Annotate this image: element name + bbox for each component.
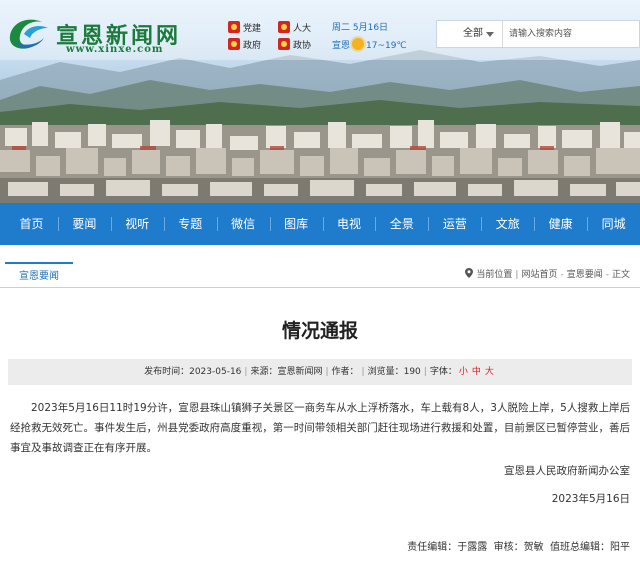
weather-display: 宣恩 17~19℃ bbox=[332, 38, 407, 52]
nav-item[interactable]: 运营 bbox=[428, 203, 481, 245]
article-meta: 发布时间：2023-05-16 | 来源：宣恩新闻网 | 作者： | 浏览量：190 | 字体：… bbox=[8, 359, 632, 385]
main-nav: 首页 要闻 视听 专题 微信 图库 电视 全景 运营 文旅 健康 同城 bbox=[0, 203, 640, 245]
article-title: 情况通报 bbox=[281, 320, 358, 342]
cppcc-emblem-icon bbox=[278, 38, 290, 50]
section-tab[interactable]: 宣恩要闻 bbox=[5, 262, 73, 288]
party-link[interactable]: 党建 bbox=[228, 21, 261, 35]
breadcrumb: 当前位置 | 网站首页 - 宣恩要闻 - 正文 bbox=[465, 262, 630, 288]
search-box: 全部 bbox=[436, 20, 640, 48]
editor-credits: 责任编辑：于露露 审核：贺敏 值班总编辑：阳平 bbox=[407, 542, 630, 553]
nav-item[interactable]: 图库 bbox=[269, 203, 323, 245]
sunny-icon bbox=[352, 38, 365, 50]
site-url: www.xinxe.com bbox=[66, 44, 164, 55]
nav-item[interactable]: 微信 bbox=[216, 203, 270, 245]
gov-link[interactable]: 政府 bbox=[228, 38, 261, 52]
breadcrumb-category-link[interactable]: 宣恩要闻 bbox=[567, 270, 603, 280]
nav-item[interactable]: 专题 bbox=[163, 203, 217, 245]
responsible-editor: 于露露 bbox=[457, 542, 488, 553]
nav-item[interactable]: 电视 bbox=[322, 203, 376, 245]
date-display: 周二 5月16日 bbox=[332, 23, 389, 33]
search-category-select[interactable]: 全部 bbox=[437, 21, 503, 47]
nav-list: 首页 要闻 视听 专题 微信 图库 电视 全景 运营 文旅 健康 同城 bbox=[0, 203, 640, 245]
font-large-button[interactable]: 大 bbox=[485, 367, 494, 377]
nav-item[interactable]: 视听 bbox=[110, 203, 164, 245]
breadcrumb-current: 正文 bbox=[611, 270, 630, 280]
header-banner: 宣恩新闻网 www.xinxe.com 党建 人大 周二 5月16日 政府 政协… bbox=[0, 0, 640, 203]
cppcc-link[interactable]: 政协 bbox=[278, 38, 311, 52]
chevron-down-icon bbox=[486, 32, 494, 37]
chief-editor: 阳平 bbox=[610, 542, 630, 553]
gov-emblem-icon bbox=[228, 38, 240, 50]
nav-item[interactable]: 首页 bbox=[5, 203, 58, 245]
nav-item[interactable]: 全景 bbox=[375, 203, 428, 245]
breadcrumb-bar: 宣恩要闻 当前位置 | 网站首页 - 宣恩要闻 - 正文 bbox=[0, 262, 640, 288]
article-sign-date: 2023年5月16日 bbox=[551, 493, 630, 505]
nav-item[interactable]: 要闻 bbox=[57, 203, 111, 245]
breadcrumb-separator: | bbox=[515, 270, 519, 280]
view-count: 190 bbox=[403, 367, 421, 377]
top-links: 党建 人大 周二 5月16日 政府 政协 宣恩 17~19℃ bbox=[228, 19, 418, 55]
font-medium-button[interactable]: 中 bbox=[472, 367, 481, 377]
font-small-button[interactable]: 小 bbox=[459, 367, 468, 377]
reviewer: 贺敏 bbox=[523, 542, 544, 553]
publish-date: 2023-05-16 bbox=[189, 367, 242, 377]
nav-item[interactable]: 健康 bbox=[534, 203, 587, 245]
npc-emblem-icon bbox=[278, 21, 290, 33]
site-logo-icon bbox=[9, 19, 48, 49]
article-signature: 宣恩县人民政府新闻办公室 bbox=[504, 465, 630, 477]
search-input[interactable] bbox=[509, 25, 637, 43]
npc-link[interactable]: 人大 bbox=[278, 21, 311, 35]
article-body: 2023年5月16日11时19分许，宣恩县珠山镇狮子关景区一商务车从水上浮桥落水… bbox=[10, 402, 630, 454]
breadcrumb-separator: - bbox=[560, 270, 564, 280]
breadcrumb-home-link[interactable]: 网站首页 bbox=[521, 270, 557, 280]
article-source: 宣恩新闻网 bbox=[277, 367, 323, 377]
nav-item[interactable]: 同城 bbox=[587, 203, 640, 245]
breadcrumb-separator: - bbox=[605, 270, 609, 280]
site-logo[interactable]: 宣恩新闻网 www.xinxe.com bbox=[6, 12, 186, 58]
party-emblem-icon bbox=[228, 21, 240, 33]
location-pin-icon bbox=[465, 268, 474, 278]
nav-item[interactable]: 文旅 bbox=[481, 203, 534, 245]
